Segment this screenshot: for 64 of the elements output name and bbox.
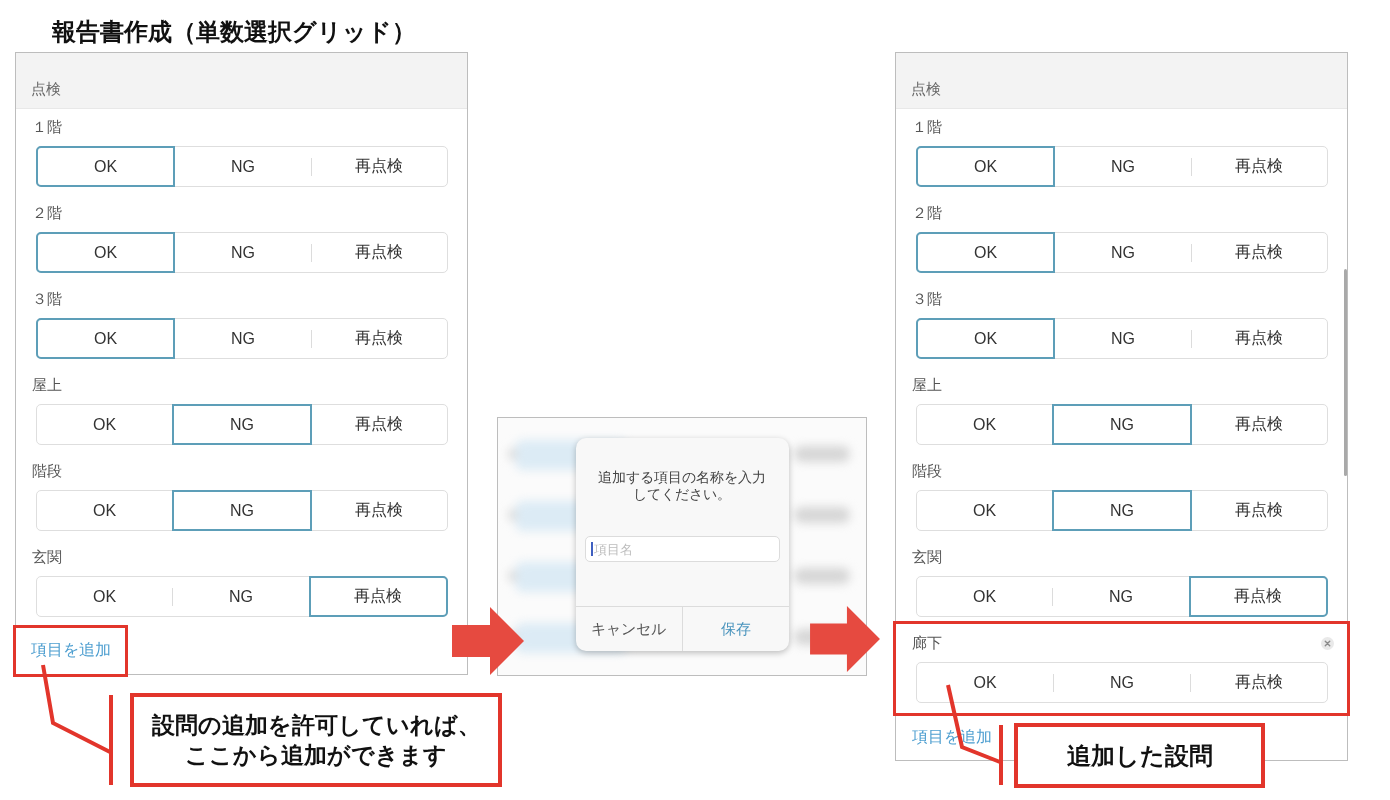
segment-button[interactable]: OK <box>36 146 176 187</box>
segment-button[interactable]: NG <box>1052 490 1192 531</box>
question-label: 階段 <box>32 461 62 481</box>
scrollbar[interactable] <box>1344 269 1347 476</box>
segment-button[interactable]: 再点検 <box>1191 491 1327 530</box>
question-label: 屋上 <box>912 375 942 395</box>
segment-button[interactable]: OK <box>917 577 1053 616</box>
segment-button[interactable]: 再点検 <box>1191 405 1327 444</box>
item-name-input[interactable]: 項目名 <box>584 536 780 562</box>
segment-button[interactable]: 再点検 <box>311 491 447 530</box>
segment-button[interactable]: NG <box>1055 319 1191 358</box>
segment-button[interactable]: 再点検 <box>311 319 447 358</box>
section-header: 点検 <box>16 53 467 109</box>
dialog-message: 追加する項目の名称を入力してください。 <box>597 469 767 503</box>
segment-button[interactable]: OK <box>36 232 176 273</box>
segment-button[interactable]: 再点検 <box>308 576 448 617</box>
right-arrow-icon <box>810 606 880 672</box>
segment-button[interactable]: OK <box>917 491 1053 530</box>
segment-button[interactable]: NG <box>1055 147 1191 186</box>
segment-button[interactable]: OK <box>917 405 1053 444</box>
segment-button[interactable]: NG <box>1054 663 1190 702</box>
segment-button[interactable]: OK <box>917 663 1053 702</box>
segment-button[interactable]: NG <box>172 404 312 445</box>
segment-button[interactable]: NG <box>173 577 309 616</box>
question-label: １階 <box>32 117 62 137</box>
question-label: ２階 <box>32 203 62 223</box>
segment-button[interactable]: NG <box>1052 404 1192 445</box>
segment-button[interactable]: NG <box>1055 233 1191 272</box>
segment-button[interactable]: 再点検 <box>1191 319 1327 358</box>
segment-button[interactable]: NG <box>175 147 311 186</box>
segment-button[interactable]: 再点検 <box>1191 233 1327 272</box>
question-label: 玄関 <box>912 547 942 567</box>
question-label: ３階 <box>32 289 62 309</box>
question-label: 廊下 <box>912 633 942 653</box>
annotation-callout: 追加した設問 <box>1014 723 1265 788</box>
segment-button[interactable]: OK <box>916 232 1056 273</box>
question-label: ２階 <box>912 203 942 223</box>
segment-button[interactable]: 再点検 <box>311 405 447 444</box>
question-label: 玄関 <box>32 547 62 567</box>
section-header: 点検 <box>896 53 1347 109</box>
segment-button[interactable]: OK <box>37 491 173 530</box>
segment-button[interactable]: NG <box>175 233 311 272</box>
segment-button[interactable]: OK <box>37 405 173 444</box>
segment-button[interactable]: 再点検 <box>311 233 447 272</box>
segment-button[interactable]: NG <box>175 319 311 358</box>
segment-button[interactable]: OK <box>37 577 173 616</box>
page-title: 報告書作成（単数選択グリッド） <box>51 17 416 47</box>
segment-button[interactable]: 再点検 <box>1191 663 1327 702</box>
segment-button[interactable]: OK <box>916 146 1056 187</box>
segment-button[interactable]: NG <box>172 490 312 531</box>
question-label: １階 <box>912 117 942 137</box>
segment-button[interactable]: 再点検 <box>1191 147 1327 186</box>
right-arrow-icon <box>452 607 524 675</box>
segment-button[interactable]: 再点検 <box>1188 576 1328 617</box>
segment-button[interactable]: OK <box>36 318 176 359</box>
segment-button[interactable]: OK <box>916 318 1056 359</box>
segment-button[interactable]: NG <box>1053 577 1189 616</box>
question-label: 屋上 <box>32 375 62 395</box>
close-icon[interactable] <box>1321 636 1334 650</box>
annotation-callout: 設問の追加を許可していれば、ここから追加ができます <box>130 693 502 787</box>
segment-button[interactable]: 再点検 <box>311 147 447 186</box>
question-label: ３階 <box>912 289 942 309</box>
cancel-button[interactable]: キャンセル <box>575 607 682 651</box>
question-label: 階段 <box>912 461 942 481</box>
